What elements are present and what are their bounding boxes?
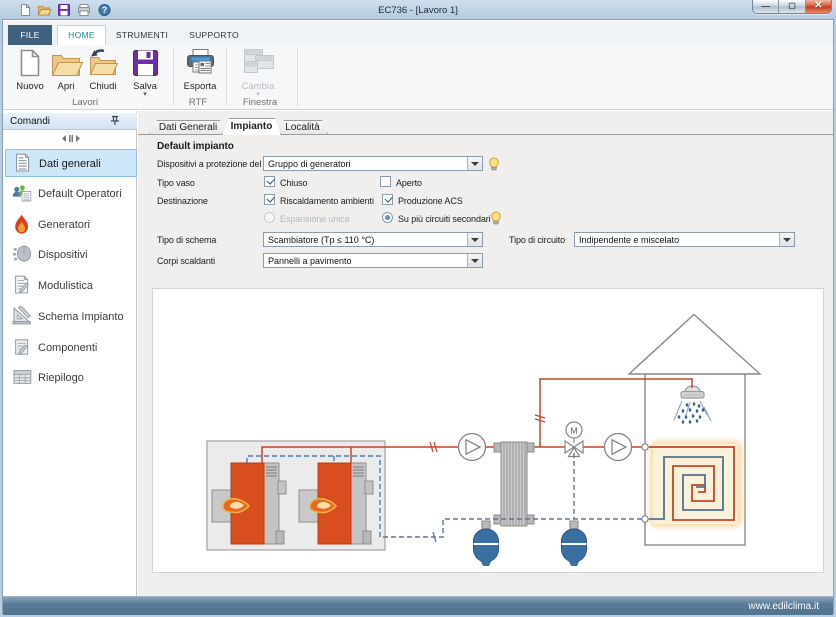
svg-text:?: ? (102, 5, 108, 15)
svg-text:M: M (570, 426, 577, 436)
